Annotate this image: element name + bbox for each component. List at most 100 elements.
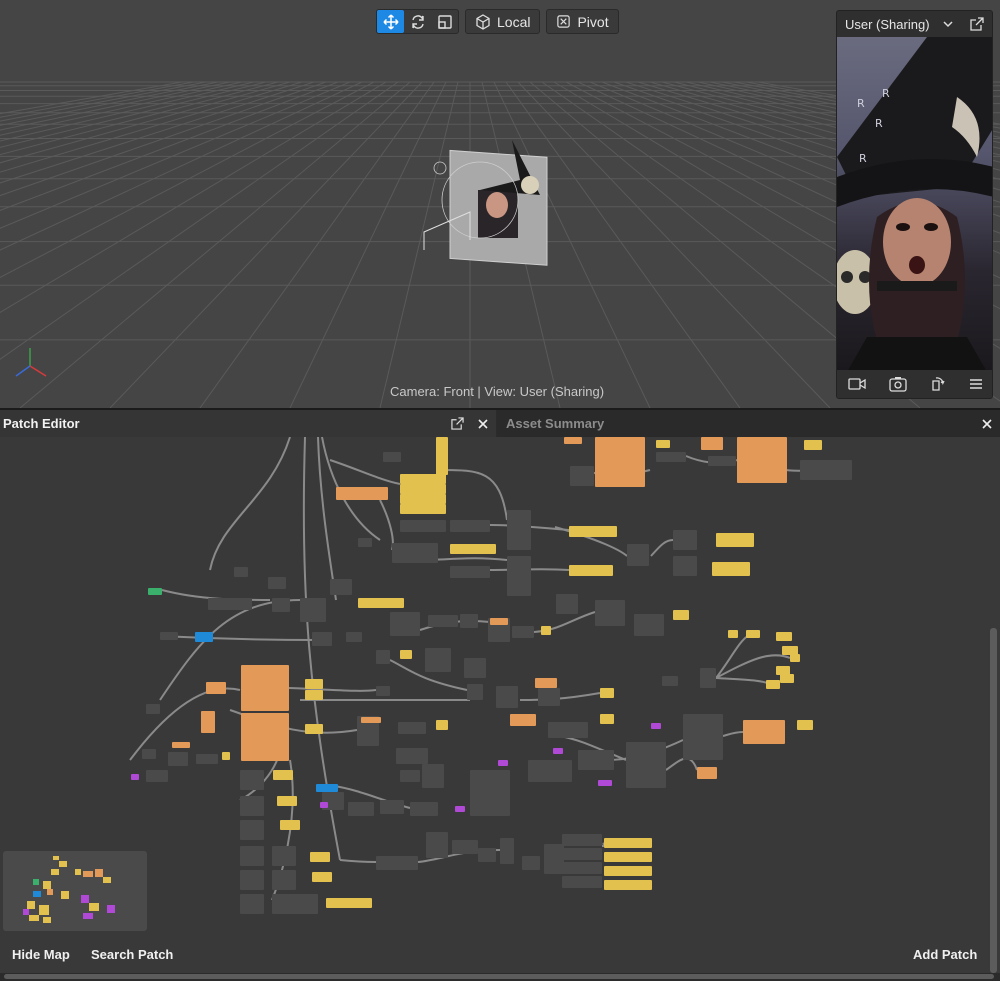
rotate-tool-button[interactable] — [404, 10, 431, 33]
patch-node[interactable] — [673, 530, 697, 550]
menu-icon[interactable] — [969, 378, 983, 390]
pop-out-icon[interactable] — [970, 17, 984, 31]
patch-node[interactable] — [240, 894, 264, 914]
patch-node[interactable] — [450, 544, 496, 554]
patch-node[interactable] — [426, 832, 448, 858]
patch-node[interactable] — [160, 632, 178, 640]
rotate-device-icon[interactable] — [930, 376, 946, 392]
patch-node[interactable] — [578, 750, 614, 770]
patch-node[interactable] — [436, 437, 448, 475]
patch-node[interactable] — [168, 752, 188, 766]
patch-node[interactable] — [535, 678, 557, 688]
patch-node[interactable] — [436, 720, 448, 730]
patch-node[interactable] — [507, 510, 531, 550]
patch-node[interactable] — [380, 800, 404, 814]
patch-node[interactable] — [562, 834, 602, 846]
patch-node[interactable] — [450, 520, 490, 532]
patch-node[interactable] — [400, 504, 446, 514]
patch-node[interactable] — [310, 852, 330, 862]
patch-node[interactable] — [234, 567, 248, 577]
patch-node[interactable] — [320, 802, 328, 808]
patch-node[interactable] — [390, 612, 420, 636]
patch-node[interactable] — [240, 846, 264, 866]
patch-node[interactable] — [800, 460, 852, 480]
patch-node[interactable] — [336, 487, 388, 500]
patch-node[interactable] — [570, 466, 594, 486]
patch-node[interactable] — [400, 770, 420, 782]
patch-node[interactable] — [569, 526, 617, 537]
patch-node[interactable] — [316, 784, 338, 792]
scene-object[interactable] — [423, 140, 548, 266]
patch-node[interactable] — [392, 543, 438, 563]
patch-node[interactable] — [562, 876, 602, 888]
patch-node[interactable] — [604, 880, 652, 890]
patch-graph[interactable] — [0, 437, 1000, 973]
patch-node[interactable] — [305, 679, 323, 689]
patch-node[interactable] — [538, 688, 560, 706]
patch-node[interactable] — [556, 594, 578, 614]
patch-node[interactable] — [716, 533, 754, 547]
patch-node[interactable] — [673, 610, 689, 620]
patch-node[interactable] — [708, 456, 736, 466]
preview-device-title[interactable]: User (Sharing) — [845, 17, 936, 32]
patch-node[interactable] — [600, 688, 614, 698]
patch-graph-canvas[interactable] — [0, 437, 1000, 973]
patch-node[interactable] — [312, 872, 332, 882]
patch-node[interactable] — [206, 682, 226, 694]
patch-node[interactable] — [273, 770, 293, 780]
patch-node[interactable] — [544, 844, 564, 874]
patch-node[interactable] — [240, 796, 264, 816]
patch-node[interactable] — [700, 668, 716, 688]
patch-node[interactable] — [277, 796, 297, 806]
patch-node[interactable] — [600, 714, 614, 724]
patch-node[interactable] — [656, 440, 670, 448]
horizontal-scrollbar[interactable] — [0, 973, 1000, 981]
patch-node[interactable] — [400, 494, 446, 504]
patch-node[interactable] — [400, 474, 446, 484]
scale-tool-button[interactable] — [431, 10, 458, 33]
patch-node[interactable] — [701, 437, 723, 450]
patch-node[interactable] — [595, 437, 645, 487]
patch-node[interactable] — [626, 742, 666, 788]
patch-node[interactable] — [766, 680, 780, 689]
patch-node[interactable] — [470, 770, 510, 816]
patch-node[interactable] — [737, 437, 787, 483]
switch-camera-icon[interactable] — [889, 376, 907, 392]
patch-editor-tab[interactable]: Patch Editor — [0, 410, 496, 437]
patch-node[interactable] — [240, 820, 264, 840]
patch-node[interactable] — [196, 754, 218, 764]
patch-node[interactable] — [268, 577, 286, 589]
patch-node[interactable] — [595, 600, 625, 626]
patch-node[interactable] — [400, 520, 446, 532]
patch-node[interactable] — [240, 870, 264, 890]
patch-node[interactable] — [272, 894, 318, 914]
patch-node[interactable] — [410, 802, 438, 816]
patch-minimap[interactable] — [3, 851, 147, 931]
patch-node[interactable] — [300, 598, 326, 622]
vertical-scrollbar[interactable] — [990, 628, 997, 973]
patch-node[interactable] — [797, 720, 813, 730]
patch-node[interactable] — [746, 630, 760, 638]
patch-node[interactable] — [548, 722, 588, 738]
patch-node[interactable] — [142, 749, 156, 759]
patch-node[interactable] — [562, 862, 602, 874]
patch-node[interactable] — [195, 632, 213, 642]
patch-node[interactable] — [776, 666, 790, 675]
patch-node[interactable] — [376, 856, 418, 870]
patch-node[interactable] — [348, 802, 374, 816]
patch-node[interactable] — [272, 598, 290, 612]
patch-node[interactable] — [428, 615, 458, 627]
patch-node[interactable] — [562, 848, 602, 860]
patch-node[interactable] — [172, 742, 190, 748]
patch-node[interactable] — [782, 646, 798, 655]
patch-node[interactable] — [280, 820, 300, 830]
patch-node[interactable] — [450, 566, 490, 578]
patch-node[interactable] — [146, 704, 160, 714]
patch-node[interactable] — [507, 556, 531, 596]
patch-node[interactable] — [400, 484, 446, 494]
patch-node[interactable] — [241, 713, 289, 761]
patch-node[interactable] — [464, 658, 486, 678]
patch-node[interactable] — [222, 752, 230, 760]
patch-node[interactable] — [510, 714, 536, 726]
patch-node[interactable] — [398, 722, 426, 734]
